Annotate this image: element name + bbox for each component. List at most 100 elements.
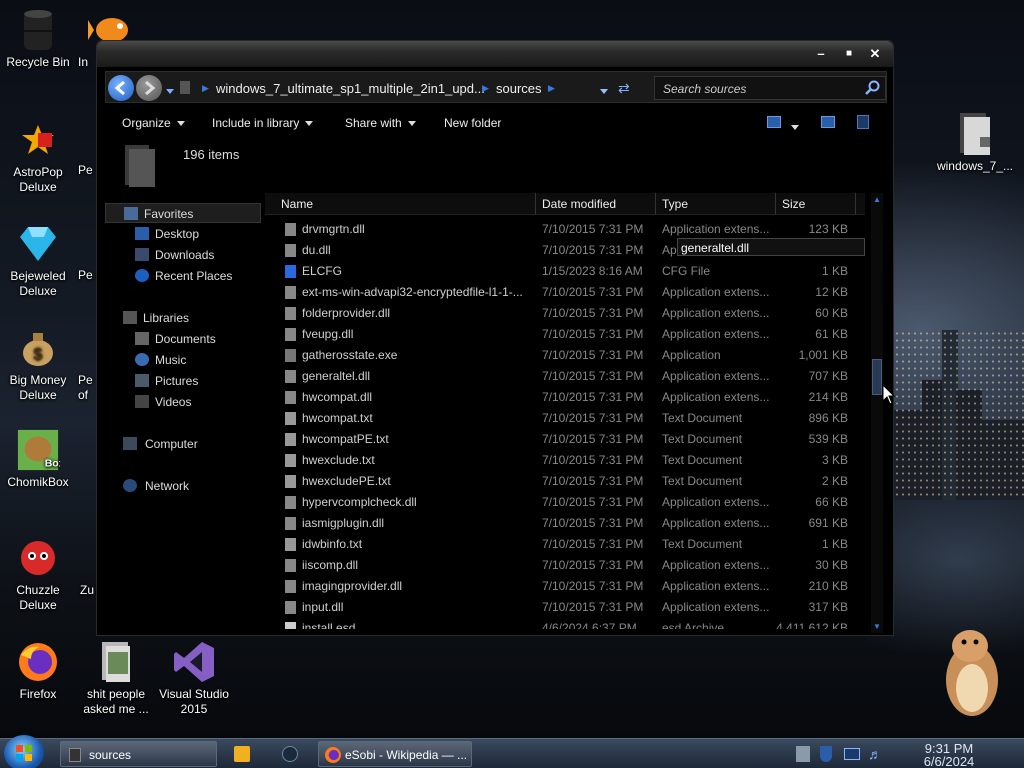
tray-shield-icon[interactable] xyxy=(820,746,832,762)
start-orb-icon[interactable] xyxy=(4,735,44,768)
breadcrumb-windows7[interactable]: windows_7_ultimate_sp1_multiple_2in1_upd… xyxy=(216,81,485,96)
minimize-button[interactable]: – xyxy=(813,47,829,61)
scroll-thumb[interactable] xyxy=(872,359,882,395)
column-header-type[interactable]: Type xyxy=(662,197,688,211)
file-row[interactable]: hwcompat.txt 7/10/2015 7:31 PM Text Docume… xyxy=(265,408,865,429)
tray-volume-icon[interactable]: ♬ xyxy=(868,746,882,762)
search-input[interactable]: Search sources xyxy=(654,76,886,100)
organize-button[interactable]: Organize xyxy=(122,116,185,130)
file-row[interactable]: folderprovider.dll 7/10/2015 7:31 PM Appli… xyxy=(265,303,865,324)
desktop-icon-firefox[interactable]: Firefox xyxy=(0,640,76,702)
taskbar-app-sources[interactable]: sources xyxy=(60,741,217,767)
desktop-icon-windows7-folder[interactable]: windows_7_... xyxy=(934,112,1016,174)
nav-label: Network xyxy=(145,479,190,493)
scroll-up-icon[interactable]: ▲ xyxy=(873,195,881,204)
desktop-icon-shit-people-folder[interactable]: shit people asked me ... xyxy=(78,640,154,717)
maximize-button[interactable]: ■ xyxy=(841,47,857,61)
nav-music[interactable]: Music xyxy=(105,350,261,370)
nav-network[interactable]: Network xyxy=(105,476,261,496)
desktop-icon-pe-2[interactable]: Pe xyxy=(78,268,98,283)
file-row[interactable]: hwcompatPE.txt 7/10/2015 7:31 PM Text Docu… xyxy=(265,429,865,450)
column-divider[interactable] xyxy=(775,193,776,215)
new-folder-button[interactable]: New folder xyxy=(444,116,501,130)
change-view-icon[interactable] xyxy=(767,116,781,128)
taskbar: sources eSobi - Wikipedia — ... ♬ 9:31 P… xyxy=(0,735,1024,768)
desktop-icon-bejeweled[interactable]: Bejeweled Deluxe xyxy=(0,222,76,299)
recent-pages-dropdown[interactable] xyxy=(166,84,174,98)
bejeweled-icon xyxy=(16,222,60,266)
window-titlebar[interactable]: – ■ ✕ xyxy=(97,41,893,67)
nav-pictures[interactable]: Pictures xyxy=(105,371,261,391)
tray-network-icon[interactable] xyxy=(796,746,810,762)
file-row[interactable]: generaltel.dll 7/10/2015 7:31 PM Applicati… xyxy=(265,366,865,387)
address-dropdown[interactable] xyxy=(600,84,608,98)
nav-videos[interactable]: Videos xyxy=(105,392,261,412)
desktop-icon-astropop[interactable]: AstroPop Deluxe xyxy=(0,118,76,195)
nav-documents[interactable]: Documents xyxy=(105,329,261,349)
search-icon[interactable] xyxy=(865,80,881,96)
file-row[interactable]: ELCFG 1/15/2023 8:16 AM CFG File 1 KB xyxy=(265,261,865,282)
nav-desktop[interactable]: Desktop xyxy=(105,224,261,244)
file-row[interactable]: hwexclude.txt 7/10/2015 7:31 PM Text Docum… xyxy=(265,450,865,471)
forward-button[interactable] xyxy=(136,75,162,101)
help-icon[interactable] xyxy=(857,115,869,129)
desktop-icon-recycle-bin[interactable]: Recycle Bin xyxy=(0,8,76,70)
taskbar-app-firefox[interactable]: eSobi - Wikipedia — ... xyxy=(318,741,472,767)
file-name: drvmgrtn.dll xyxy=(302,222,365,236)
media-player-icon[interactable] xyxy=(234,746,250,762)
preview-pane-icon[interactable] xyxy=(821,116,835,128)
desktop-icon xyxy=(135,227,149,240)
column-divider[interactable] xyxy=(655,193,656,215)
nav-favorites[interactable]: Favorites xyxy=(105,203,261,223)
column-header-date[interactable]: Date modified xyxy=(542,197,616,211)
file-row[interactable]: hwexcludePE.txt 7/10/2015 7:31 PM Text Doc… xyxy=(265,471,865,492)
scroll-down-icon[interactable]: ▼ xyxy=(873,622,881,631)
file-row[interactable]: input.dll 7/10/2015 7:31 PM Application ex… xyxy=(265,597,865,618)
file-row[interactable]: idwbinfo.txt 7/10/2015 7:31 PM Text Docume… xyxy=(265,534,865,555)
file-size: 30 KB xyxy=(815,558,848,572)
file-txt-icon xyxy=(285,475,296,488)
close-button[interactable]: ✕ xyxy=(867,47,883,61)
desktop-icon-pe-1[interactable]: Pe xyxy=(78,163,98,178)
file-size: 1 KB xyxy=(821,537,848,551)
nav-libraries[interactable]: Libraries xyxy=(105,308,261,328)
file-row[interactable]: drvmgrtn.dll 7/10/2015 7:31 PM Application… xyxy=(265,219,865,240)
desktop-icon-chuzzle[interactable]: Chuzzle Deluxe xyxy=(0,536,76,613)
view-dropdown[interactable] xyxy=(791,120,799,134)
file-row[interactable]: ext-ms-win-advapi32-encryptedfile-l1-1-.… xyxy=(265,282,865,303)
file-name: hwcompatPE.txt xyxy=(302,432,389,446)
file-row[interactable]: iasmigplugin.dll 7/10/2015 7:31 PM Applica… xyxy=(265,513,865,534)
breadcrumb-sources[interactable]: sources xyxy=(496,81,542,96)
desktop-icon-big-money[interactable]: $ Big Money Deluxe xyxy=(0,326,76,403)
file-row[interactable]: iiscomp.dll 7/10/2015 7:31 PM Application … xyxy=(265,555,865,576)
taskbar-clock[interactable]: 9:31 PM 6/6/2024 xyxy=(904,740,994,768)
file-row[interactable]: hypervcomplcheck.dll 7/10/2015 7:31 PM App… xyxy=(265,492,865,513)
chuzzle-icon xyxy=(16,536,60,580)
vertical-scrollbar[interactable]: ▲ ▼ xyxy=(871,193,883,633)
include-in-library-button[interactable]: Include in library xyxy=(212,116,314,130)
column-header-size[interactable]: Size xyxy=(782,197,805,211)
share-with-button[interactable]: Share with xyxy=(345,116,416,130)
file-name: gatherosstate.exe xyxy=(302,348,398,362)
file-row[interactable]: hwcompat.dll 7/10/2015 7:31 PM Application… xyxy=(265,387,865,408)
file-row[interactable]: imagingprovider.dll 7/10/2015 7:31 PM Appl… xyxy=(265,576,865,597)
nav-computer[interactable]: Computer xyxy=(105,434,261,454)
tray-display-icon[interactable] xyxy=(844,748,860,760)
file-row[interactable]: install.esd 4/6/2024 6:37 PM esd Archive 4,… xyxy=(265,618,865,629)
column-divider[interactable] xyxy=(855,193,856,215)
desktop-icon-visual-studio[interactable]: Visual Studio 2015 xyxy=(156,640,232,717)
desktop-icon-pe-3[interactable]: Pe of xyxy=(78,373,98,403)
money-bag-icon: $ xyxy=(16,326,60,370)
column-divider[interactable] xyxy=(535,193,536,215)
hamster-gadget[interactable] xyxy=(930,610,1010,720)
desktop-icon-chomikbox[interactable]: Box ChomikBox xyxy=(0,428,76,490)
nav-downloads[interactable]: Downloads xyxy=(105,245,261,265)
back-button[interactable] xyxy=(108,75,134,101)
column-header-name[interactable]: Name xyxy=(281,197,313,211)
file-row[interactable]: fveupg.dll 7/10/2015 7:31 PM Application e… xyxy=(265,324,865,345)
nav-recent-places[interactable]: Recent Places xyxy=(105,266,261,286)
app-icon[interactable] xyxy=(282,746,298,762)
file-row[interactable]: gatherosstate.exe 7/10/2015 7:31 PM Applic… xyxy=(265,345,865,366)
refresh-icon[interactable]: ⇄ xyxy=(618,80,630,97)
visual-studio-icon xyxy=(172,640,216,684)
